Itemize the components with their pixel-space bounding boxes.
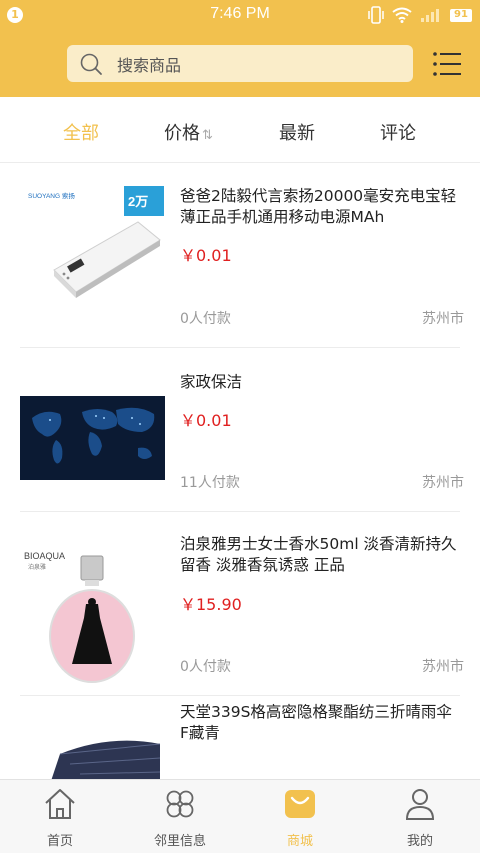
svg-text:SUOYANG 索扬: SUOYANG 索扬: [28, 191, 75, 200]
tab-all[interactable]: 全部: [63, 119, 99, 145]
product-price: ￥0.01: [180, 246, 232, 265]
nav-neighborhood[interactable]: 邻里信息: [120, 780, 240, 853]
nav-home-label: 首页: [46, 834, 73, 849]
clover-icon: [166, 790, 194, 818]
search-input[interactable]: 搜索商品: [67, 45, 413, 82]
signal-icon: [421, 9, 439, 22]
seller-city: 苏州市: [422, 311, 464, 327]
home-icon: [45, 789, 75, 819]
perfume-bottle-image: BIOAQUA 泊泉雅: [20, 546, 165, 691]
world-map-image: [20, 348, 165, 493]
status-bar: 1 7:46 PM 91: [0, 0, 480, 30]
product-title: 天堂339S格高密隐格聚酯纺三折晴雨伞 F藏青: [180, 703, 452, 742]
divider: [20, 695, 460, 696]
divider: [20, 511, 460, 512]
battery-icon: 91: [450, 8, 472, 22]
product-price: ￥0.01: [180, 411, 232, 430]
nav-mall-label: 商城: [286, 834, 313, 849]
product-price: ￥15.90: [180, 595, 242, 614]
search-placeholder: 搜索商品: [117, 55, 182, 75]
tab-reviews[interactable]: 评论: [380, 119, 416, 145]
nav-mall[interactable]: 商城: [240, 780, 360, 853]
nav-home[interactable]: 首页: [0, 780, 120, 853]
wifi-icon: [392, 7, 412, 23]
user-icon: [405, 789, 435, 820]
bottom-navigation: 首页 邻里信息 商城 我的: [0, 779, 480, 853]
svg-text:BIOAQUA: BIOAQUA: [24, 551, 65, 561]
status-icons: 91: [368, 6, 472, 24]
product-title: 家政保洁: [180, 373, 243, 391]
product-title: 爸爸2陆毅代言索扬20000毫安充电宝轻薄正品手机通用移动电源MAh: [180, 187, 457, 226]
nav-neighborhood-label: 邻里信息: [153, 834, 206, 849]
svg-text:2万: 2万: [128, 194, 148, 209]
search-icon: [80, 53, 102, 75]
power-bank-image: SUOYANG 索扬 2万: [20, 182, 165, 327]
nav-profile[interactable]: 我的: [360, 780, 480, 853]
app-header: 搜索商品: [0, 30, 480, 97]
seller-city: 苏州市: [422, 659, 464, 675]
tab-price[interactable]: 价格 ⇅: [164, 119, 213, 145]
sold-count: 0人付款: [180, 659, 231, 675]
tab-price-label: 价格: [164, 123, 200, 144]
sort-arrows-icon: ⇅: [202, 128, 213, 143]
product-title: 泊泉雅男士女士香水50ml 淡香清新持久留香 淡雅香氛诱惑 正品: [180, 535, 457, 574]
vibrate-icon: [368, 6, 384, 24]
sold-count: 0人付款: [180, 311, 231, 327]
menu-icon[interactable]: [432, 49, 462, 79]
tab-newest[interactable]: 最新: [279, 119, 315, 145]
nav-profile-label: 我的: [406, 834, 433, 849]
sold-count: 11人付款: [180, 475, 240, 491]
seller-city: 苏州市: [422, 475, 464, 491]
filter-tabs: 全部 价格 ⇅ 最新 评论: [0, 97, 480, 163]
shopping-bag-icon: [285, 790, 315, 818]
svg-text:泊泉雅: 泊泉雅: [28, 563, 46, 571]
